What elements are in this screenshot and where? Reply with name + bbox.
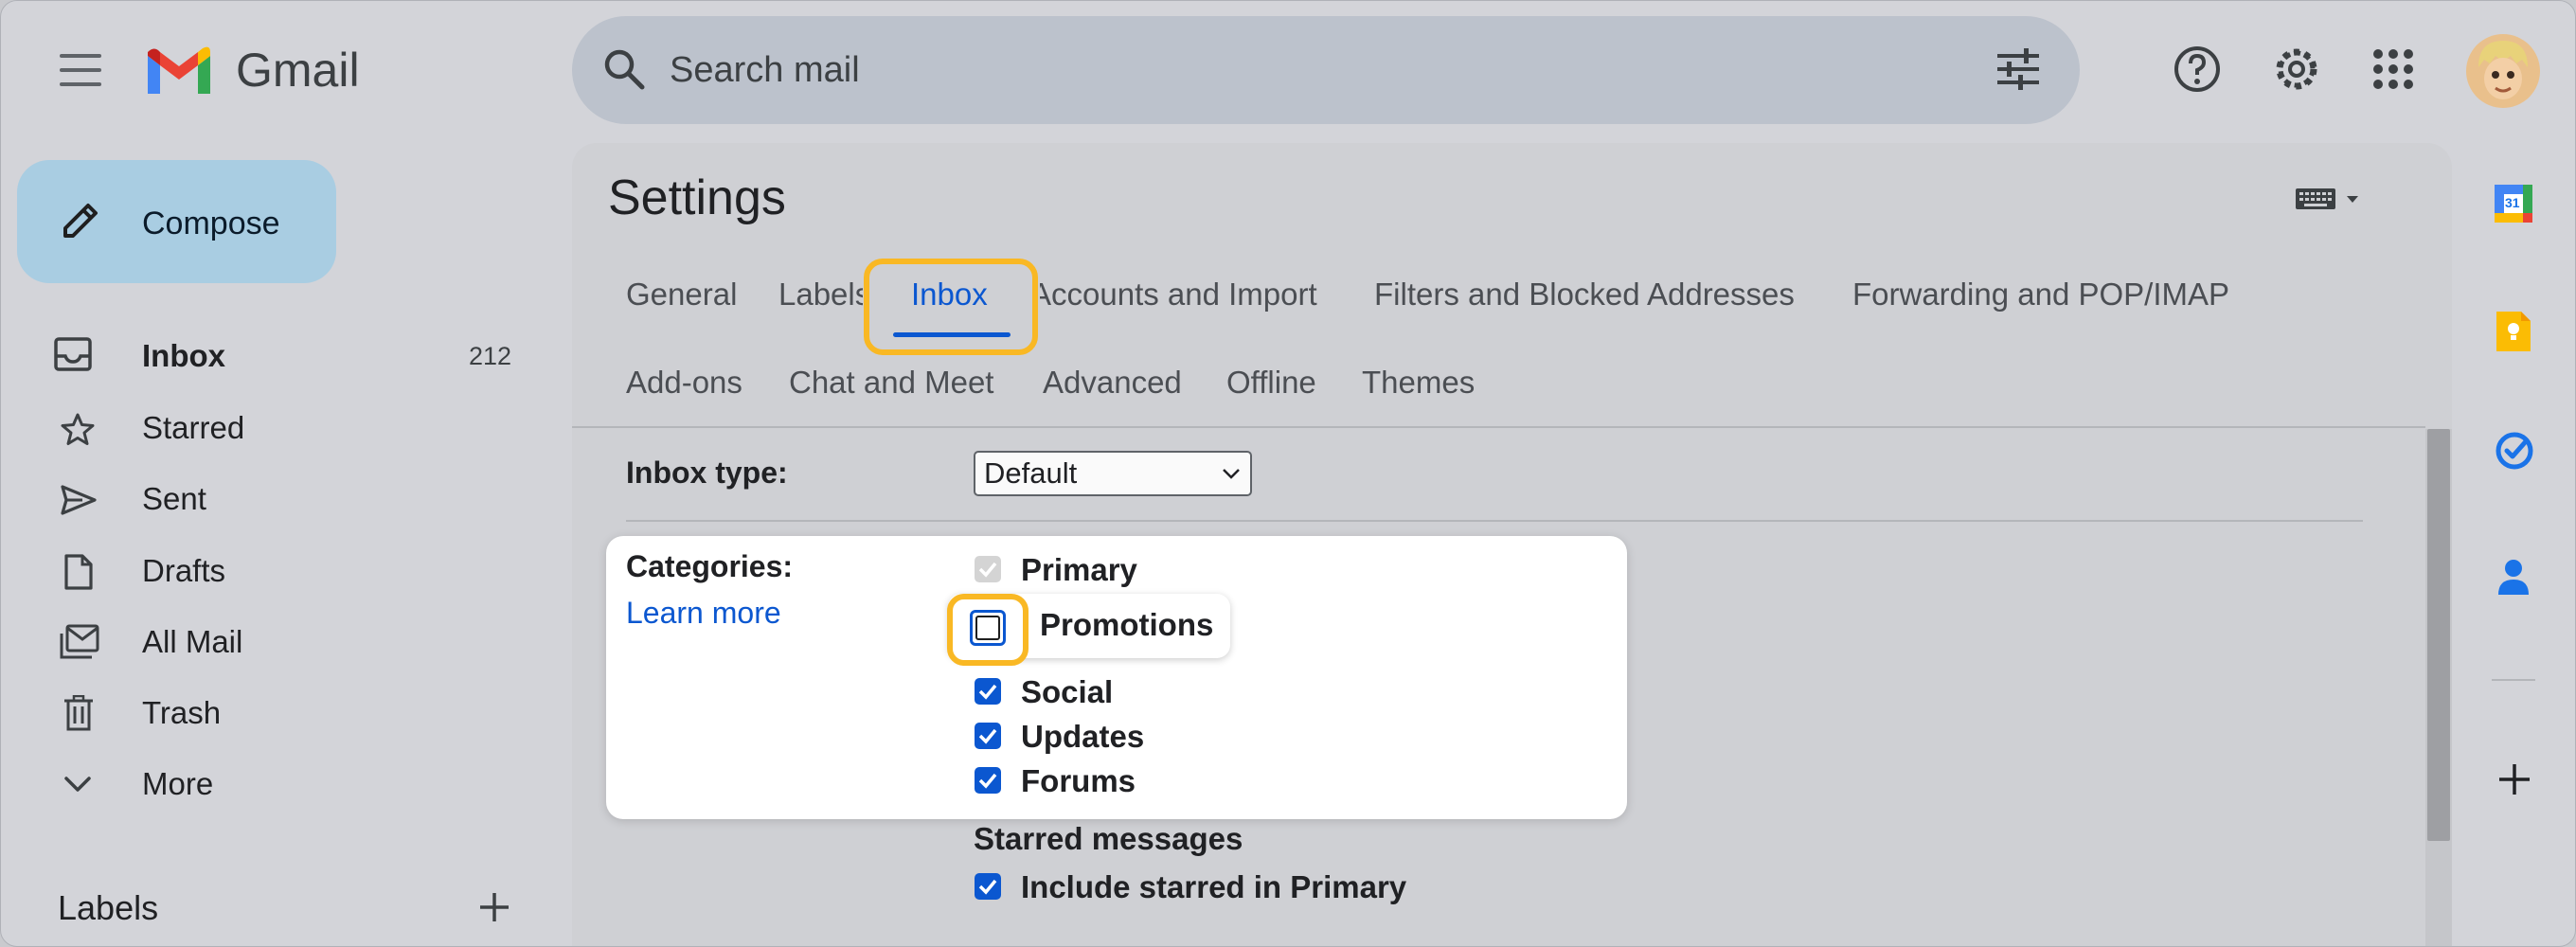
- updates-checkbox[interactable]: [975, 723, 1001, 749]
- primary-label: Primary: [1021, 552, 1137, 587]
- chevron-down-icon: [63, 776, 92, 793]
- draft-icon: [63, 553, 94, 591]
- gmail-window: Gmail Search mail Compose Inbox 212 Star…: [0, 0, 2576, 947]
- social-label: Social: [1021, 674, 1114, 709]
- tab-forwarding-pop-imap[interactable]: Forwarding and POP/IMAP: [1852, 277, 2229, 313]
- tasks-icon[interactable]: [2495, 431, 2534, 471]
- inbox-type-value: Default: [984, 456, 1078, 490]
- social-checkbox[interactable]: [975, 678, 1001, 705]
- sidebar-item-inbox[interactable]: Inbox: [142, 338, 225, 374]
- active-tab-indicator: [893, 332, 1011, 337]
- page-title: Settings: [608, 170, 786, 225]
- sidebar-item-more[interactable]: More: [142, 766, 213, 802]
- search-input[interactable]: Search mail: [670, 50, 860, 91]
- learn-more-link[interactable]: Learn more: [626, 596, 781, 631]
- tab-labels[interactable]: Labels: [776, 271, 863, 318]
- pencil-icon: [60, 200, 101, 241]
- sent-icon: [60, 484, 98, 516]
- tab-offline[interactable]: Offline: [1226, 365, 1316, 401]
- sidebar-item-trash[interactable]: Trash: [142, 695, 221, 731]
- tab-add-ons[interactable]: Add-ons: [626, 365, 742, 401]
- include-starred-label: Include starred in Primary: [1021, 869, 1407, 904]
- add-on-plus-icon[interactable]: [2497, 762, 2531, 796]
- scrollbar-thumb[interactable]: [2427, 429, 2450, 841]
- tab-labels-text: Labels: [778, 277, 863, 312]
- tab-advanced[interactable]: Advanced: [1043, 365, 1182, 401]
- calendar-icon[interactable]: 31: [2493, 183, 2534, 224]
- compose-label: Compose: [142, 205, 280, 241]
- keep-icon[interactable]: [2495, 310, 2532, 353]
- gmail-wordmark[interactable]: Gmail: [236, 43, 360, 98]
- search-options-icon[interactable]: [1995, 48, 2041, 90]
- forums-label: Forums: [1021, 763, 1136, 798]
- contacts-icon[interactable]: [2496, 557, 2531, 597]
- tabs-divider: [572, 426, 2425, 428]
- labels-heading: Labels: [58, 888, 159, 927]
- sidebar-item-sent[interactable]: Sent: [142, 481, 206, 517]
- gmail-logo-icon[interactable]: [143, 43, 215, 98]
- sidebar-item-starred[interactable]: Starred: [142, 410, 244, 446]
- forums-checkbox[interactable]: [975, 767, 1001, 794]
- inbox-icon: [54, 337, 92, 371]
- tab-chat-and-meet[interactable]: Chat and Meet: [789, 365, 993, 401]
- calendar-day: 31: [2505, 195, 2520, 210]
- search-icon[interactable]: [603, 48, 645, 90]
- tab-accounts-and-import[interactable]: Accounts and Import: [1040, 271, 1343, 318]
- tab-accounts-text: Accounts and Import: [1040, 277, 1317, 312]
- promotions-checkbox-inner: [975, 616, 1000, 640]
- settings-gear-icon[interactable]: [2270, 43, 2323, 96]
- rail-divider: [2492, 679, 2535, 681]
- keyboard-input-icon[interactable]: [2296, 185, 2364, 213]
- updates-label: Updates: [1021, 719, 1145, 754]
- help-icon[interactable]: [2173, 45, 2222, 94]
- tab-filters-and-blocked[interactable]: Filters and Blocked Addresses: [1374, 277, 1795, 313]
- chevron-down-icon: [1222, 467, 1241, 480]
- account-avatar[interactable]: [2465, 33, 2541, 109]
- tab-themes[interactable]: Themes: [1362, 365, 1475, 401]
- star-icon: [60, 412, 96, 446]
- include-starred-checkbox[interactable]: [975, 873, 1001, 900]
- add-label-icon[interactable]: [478, 891, 510, 923]
- google-apps-icon[interactable]: [2372, 48, 2414, 90]
- all-mail-icon: [58, 624, 99, 660]
- primary-checkbox: [975, 556, 1001, 582]
- inbox-unread-count: 212: [469, 342, 512, 370]
- starred-messages-heading: Starred messages: [974, 821, 1243, 856]
- sidebar-item-all-mail[interactable]: All Mail: [142, 624, 242, 660]
- categories-label: Categories:: [626, 549, 794, 583]
- trash-icon: [63, 695, 94, 731]
- tab-general[interactable]: General: [626, 277, 737, 313]
- sidebar-item-drafts[interactable]: Drafts: [142, 553, 225, 589]
- main-menu-icon[interactable]: [60, 54, 101, 86]
- inbox-type-label: Inbox type:: [626, 456, 788, 490]
- promotions-label: Promotions: [1040, 607, 1214, 642]
- row-divider: [626, 520, 2363, 522]
- tab-inbox[interactable]: Inbox: [911, 277, 988, 313]
